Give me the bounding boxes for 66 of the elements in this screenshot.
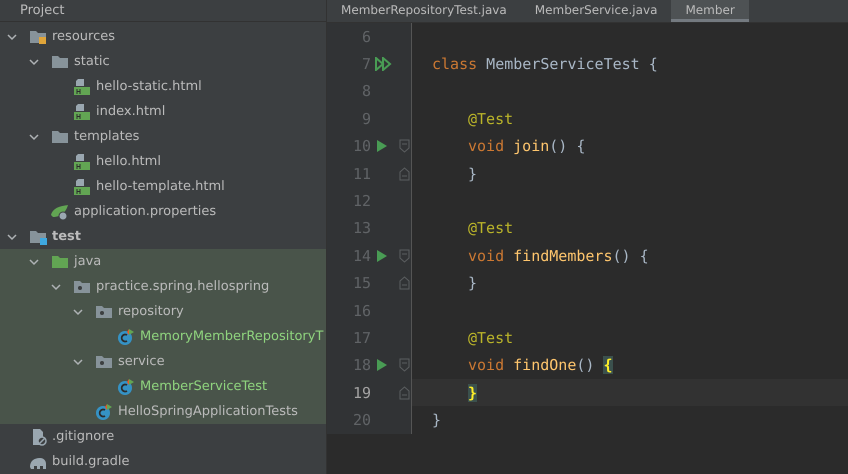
- tree-item-label[interactable]: HelloSpringApplicationTests: [118, 404, 298, 419]
- tree-row[interactable]: java: [0, 249, 326, 274]
- fold-icon[interactable]: [399, 358, 410, 372]
- html-file-icon: [72, 178, 92, 196]
- fold-icon[interactable]: [399, 276, 410, 290]
- tree-row[interactable]: resources: [0, 24, 326, 49]
- tree-row[interactable]: templates: [0, 124, 326, 149]
- test-class-icon: [116, 328, 136, 346]
- html-file-icon: [72, 152, 92, 170]
- tree-item-label[interactable]: MemberServiceTest: [140, 379, 268, 394]
- html-file-icon: [72, 78, 92, 96]
- code-line: void join() {: [467, 137, 586, 156]
- code-line: void findMembers() {: [467, 246, 649, 265]
- fold-icon[interactable]: [399, 386, 410, 400]
- tree-row[interactable]: .gitignore: [0, 424, 326, 449]
- tree-item-label[interactable]: hello-static.html: [96, 79, 202, 94]
- tree-row[interactable]: hello-template.html: [0, 174, 326, 199]
- tree-row[interactable]: service: [0, 349, 326, 374]
- fold-icon[interactable]: [399, 248, 410, 263]
- tree-item-label[interactable]: test: [52, 229, 81, 244]
- code-line: }: [467, 274, 478, 292]
- code-line: }: [467, 164, 478, 183]
- tree-item-label[interactable]: index.html: [96, 104, 166, 119]
- tree-item-label[interactable]: repository: [118, 304, 184, 319]
- tree-item-label[interactable]: hello.html: [96, 154, 161, 169]
- tree-row[interactable]: MemberServiceTest: [0, 374, 326, 399]
- tree-row[interactable]: static: [0, 49, 326, 74]
- tree-item-label[interactable]: java: [74, 254, 102, 269]
- code-line: @Test: [467, 219, 514, 238]
- leaf-gear-icon: [50, 202, 70, 220]
- tree-item-label[interactable]: application.properties: [74, 204, 216, 219]
- tree-row[interactable]: hello.html: [0, 149, 326, 174]
- run-icon[interactable]: [375, 139, 389, 154]
- fold-icon[interactable]: [399, 139, 410, 154]
- editor-tab[interactable]: Member: [671, 0, 749, 22]
- tree-row[interactable]: practice.spring.hellospring: [0, 274, 326, 299]
- tree-row[interactable]: HelloSpringApplicationTests: [0, 399, 326, 424]
- tree-item-label[interactable]: templates: [74, 129, 140, 144]
- run-icon[interactable]: [375, 248, 389, 263]
- code-line: class MemberServiceTest {: [432, 55, 658, 74]
- code-line: @Test: [467, 110, 514, 128]
- code-line: }: [432, 411, 442, 430]
- tree-row[interactable]: build.gradle: [0, 449, 326, 474]
- tree-row[interactable]: repository: [0, 299, 326, 324]
- tree-row[interactable]: test: [0, 224, 326, 249]
- tree-row[interactable]: MemoryMemberRepositoryT: [0, 324, 326, 349]
- tree-item-label[interactable]: service: [118, 354, 165, 369]
- tree-row[interactable]: application.properties: [0, 199, 326, 224]
- tree-item-label[interactable]: MemoryMemberRepositoryT: [140, 329, 324, 344]
- tree-item-label[interactable]: hello-template.html: [96, 179, 225, 194]
- tree-item-label[interactable]: resources: [52, 29, 116, 44]
- fold-icon[interactable]: [399, 166, 410, 181]
- test-class-icon: [116, 378, 136, 396]
- code-line: void findOne() {: [467, 356, 612, 374]
- tree-row[interactable]: index.html: [0, 99, 326, 124]
- html-file-icon: [72, 102, 92, 120]
- code-line: @Test: [467, 328, 514, 347]
- run-icon[interactable]: [375, 358, 389, 372]
- panel-title: Project: [20, 3, 64, 18]
- test-class-icon: [94, 402, 114, 420]
- tree-item-label[interactable]: build.gradle: [52, 454, 130, 469]
- tree-item-label[interactable]: practice.spring.hellospring: [96, 279, 270, 294]
- run-all-icon[interactable]: [375, 57, 393, 72]
- tree-item-label[interactable]: .gitignore: [52, 429, 114, 444]
- tree-row[interactable]: hello-static.html: [0, 74, 326, 99]
- tree-item-label[interactable]: static: [74, 54, 110, 69]
